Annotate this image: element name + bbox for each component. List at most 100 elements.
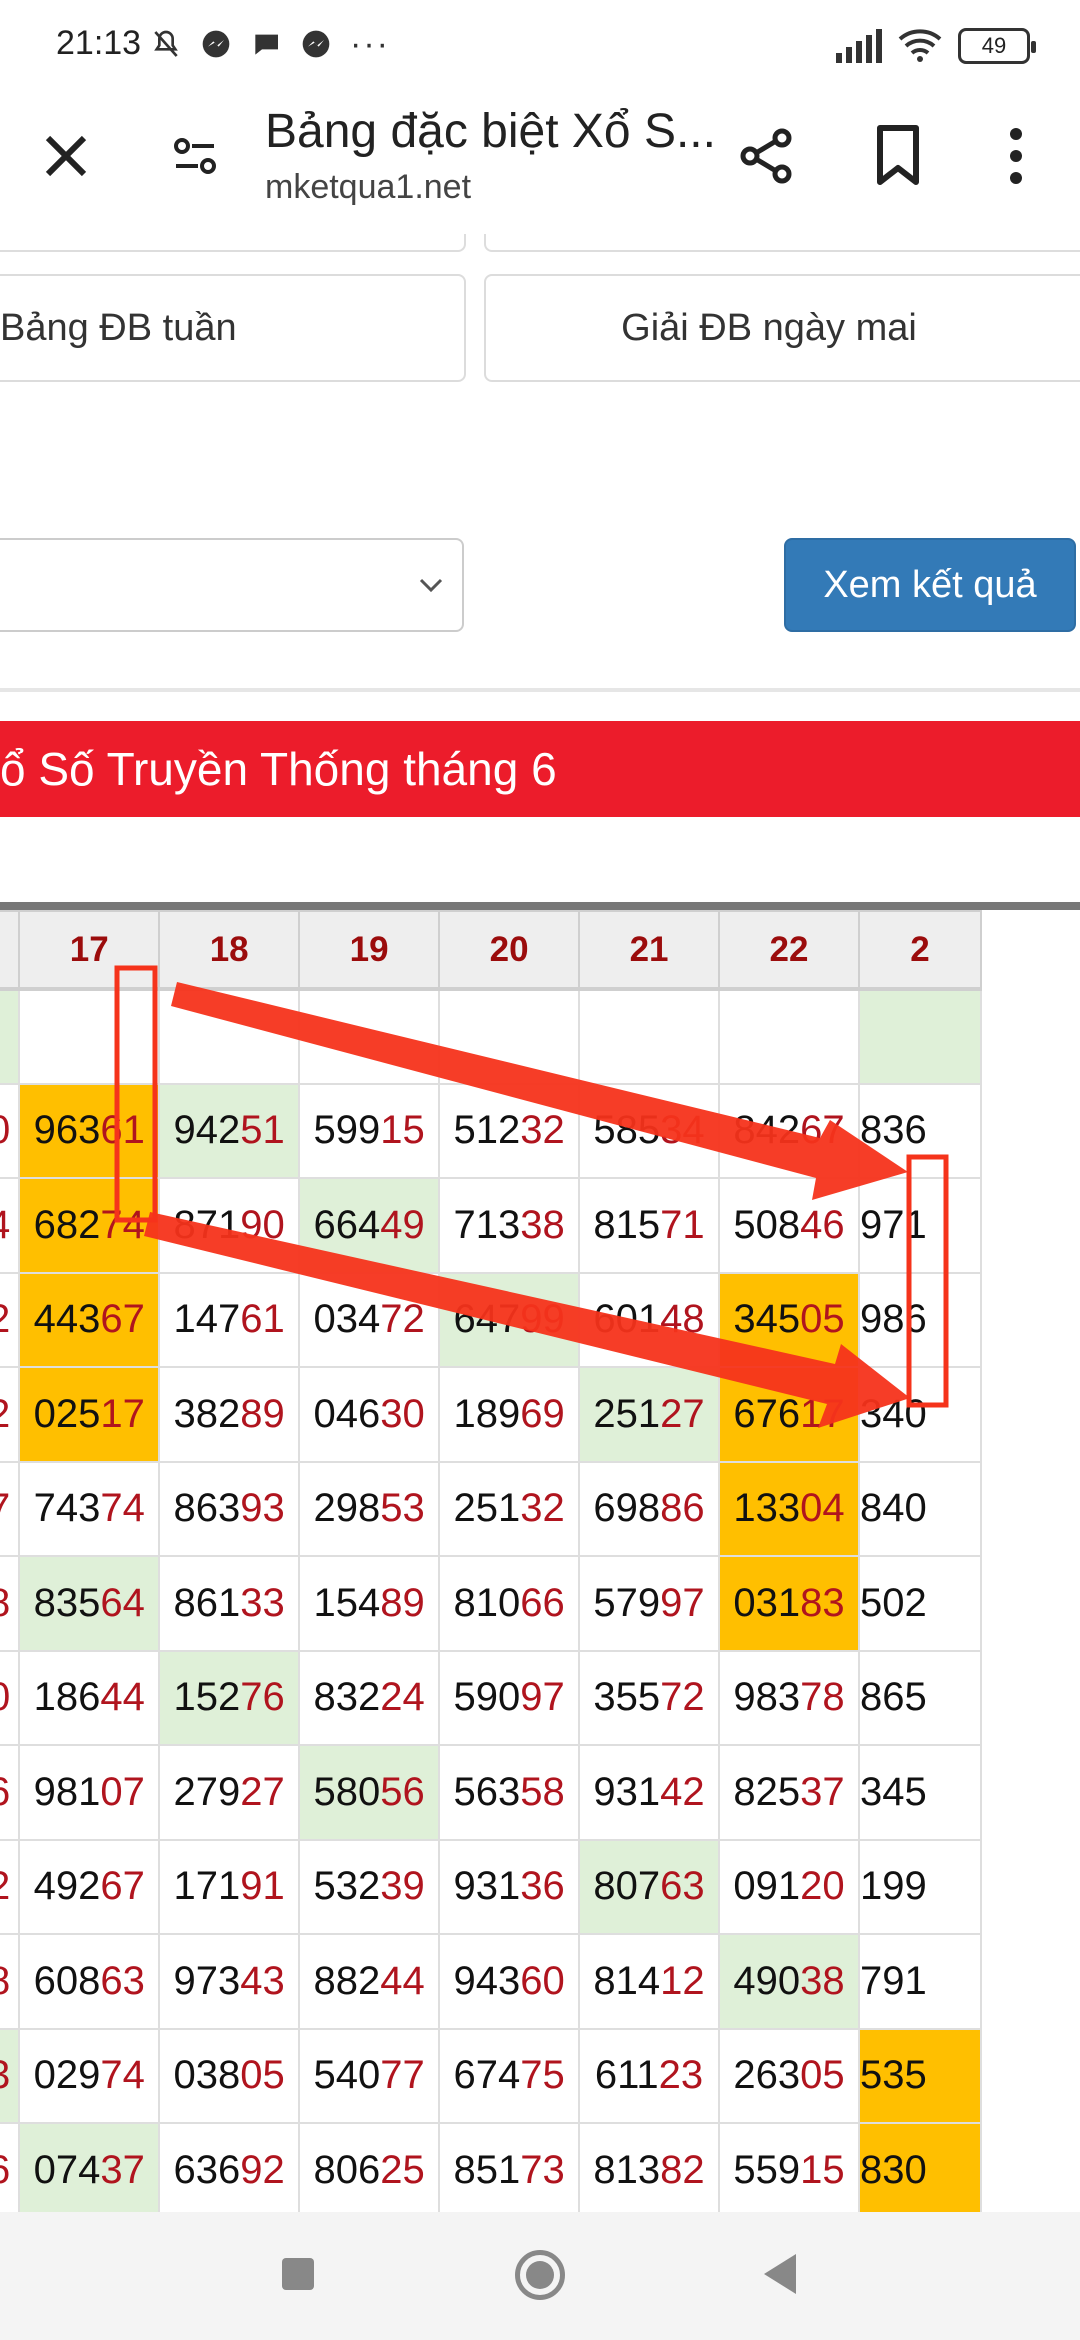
result-cell: 03805 bbox=[158, 2027, 301, 2124]
result-cell: 18644 bbox=[18, 1649, 161, 1746]
number-tail: 36 bbox=[520, 1864, 565, 1909]
result-cell bbox=[298, 988, 441, 1085]
number-head: 580 bbox=[313, 1769, 381, 1814]
weekly-special-table-button[interactable]: Bảng ĐB tuần bbox=[0, 274, 466, 382]
number-head: 263 bbox=[733, 2053, 801, 2098]
number-partial: 22 bbox=[0, 1864, 10, 1908]
number-partial: 791 bbox=[859, 1958, 927, 2003]
number-tail: 71 bbox=[660, 1202, 705, 1247]
result-cell: 94360 bbox=[438, 1933, 581, 2030]
number-tail: 53 bbox=[380, 1486, 425, 1531]
number-tail: 17 bbox=[800, 1391, 845, 1436]
number-head: 882 bbox=[313, 1958, 381, 2003]
number-head: 147 bbox=[173, 1297, 241, 1342]
result-cell: 09120 bbox=[718, 1838, 860, 1935]
messenger-icon bbox=[202, 30, 230, 58]
number-partial: 30 bbox=[0, 1108, 10, 1152]
status-time: 21:13 bbox=[56, 24, 142, 62]
result-cell: 64799 bbox=[438, 1271, 581, 1368]
number-partial: 62 bbox=[0, 1392, 10, 1436]
number-partial: 30 bbox=[0, 1675, 10, 1719]
number-head: 601 bbox=[593, 1297, 661, 1342]
number-tail: 44 bbox=[100, 1675, 145, 1720]
result-cell: 535 bbox=[857, 2027, 983, 2124]
column-header: 2 bbox=[857, 910, 983, 991]
number-partial: 77 bbox=[0, 1486, 10, 1530]
recents-button[interactable] bbox=[282, 2258, 314, 2290]
result-cell: 59915 bbox=[298, 1082, 441, 1179]
result-cell: 96 bbox=[0, 1744, 21, 1841]
number-tail: 63 bbox=[100, 1958, 145, 2003]
number-tail: 32 bbox=[520, 1108, 565, 1153]
table-row: 77743748639329853251326988613304840 bbox=[0, 1460, 983, 1557]
number-tail: 58 bbox=[520, 1769, 565, 1814]
number-tail: 74 bbox=[100, 1486, 145, 1531]
result-cell: 81571 bbox=[578, 1177, 721, 1274]
number-tail: 05 bbox=[240, 2053, 285, 2098]
number-tail: 93 bbox=[240, 1486, 285, 1531]
tomorrow-special-prize-button[interactable]: Giải ĐB ngày mai bbox=[484, 274, 1080, 382]
table-row: 73029740380554077674756112326305535 bbox=[0, 2027, 983, 2124]
number-head: 842 bbox=[733, 1108, 801, 1153]
number-head: 189 bbox=[453, 1391, 521, 1436]
month-select[interactable] bbox=[0, 538, 464, 632]
result-cell: 03183 bbox=[718, 1555, 860, 1652]
number-tail: 83 bbox=[800, 1580, 845, 1625]
result-cell: 87190 bbox=[158, 1177, 301, 1274]
number-partial: 502 bbox=[859, 1580, 927, 1625]
number-tail: 51 bbox=[240, 1108, 285, 1153]
number-tail: 43 bbox=[240, 1958, 285, 2003]
number-head: 025 bbox=[33, 1391, 101, 1436]
results-table-wrapper[interactable]: 1718192021222 30963619425159915512325853… bbox=[0, 902, 1080, 2212]
number-head: 251 bbox=[593, 1391, 661, 1436]
result-cell bbox=[718, 988, 860, 1085]
home-button[interactable] bbox=[515, 2250, 565, 2300]
result-cell: 83564 bbox=[18, 1555, 161, 1652]
result-cell: 14761 bbox=[158, 1271, 301, 1368]
bookmark-icon[interactable] bbox=[870, 124, 926, 188]
result-cell: 30 bbox=[0, 1649, 21, 1746]
site-settings-icon[interactable] bbox=[168, 128, 224, 184]
number-head: 443 bbox=[33, 1297, 101, 1342]
number-partial: 24 bbox=[0, 1203, 10, 1247]
number-head: 279 bbox=[173, 1769, 241, 1814]
number-head: 931 bbox=[453, 1864, 521, 1909]
number-tail: 97 bbox=[520, 1675, 565, 1720]
back-button[interactable] bbox=[764, 2254, 796, 2294]
number-head: 698 bbox=[593, 1486, 661, 1531]
number-head: 682 bbox=[33, 1202, 101, 1247]
view-results-button[interactable]: Xem kết quả bbox=[784, 538, 1076, 632]
result-cell: 25132 bbox=[438, 1460, 581, 1557]
number-tail: 32 bbox=[520, 1486, 565, 1531]
number-head: 806 bbox=[313, 2147, 381, 2192]
number-tail: 72 bbox=[660, 1675, 705, 1720]
number-head: 154 bbox=[313, 1580, 381, 1625]
number-head: 810 bbox=[453, 1580, 521, 1625]
number-partial: 971 bbox=[859, 1202, 927, 1247]
table-title-banner: ổ Số Truyền Thống tháng 6 bbox=[0, 721, 1080, 817]
more-options-icon[interactable] bbox=[996, 122, 1036, 190]
column-header bbox=[0, 910, 21, 991]
result-cell: 93142 bbox=[578, 1744, 721, 1841]
result-cell: 840 bbox=[857, 1460, 983, 1557]
number-partial: 73 bbox=[0, 2053, 10, 2097]
page-url: mketqua1.net bbox=[265, 168, 472, 206]
number-head: 186 bbox=[33, 1675, 101, 1720]
number-head: 608 bbox=[33, 1958, 101, 2003]
share-icon[interactable] bbox=[736, 126, 796, 186]
number-tail: 92 bbox=[240, 2147, 285, 2192]
result-cell: 25127 bbox=[578, 1366, 721, 1463]
number-tail: 44 bbox=[380, 1958, 425, 2003]
messenger-icon bbox=[302, 30, 330, 58]
number-head: 133 bbox=[733, 1486, 801, 1531]
number-head: 046 bbox=[313, 1391, 381, 1436]
result-cell: 986 bbox=[857, 1271, 983, 1368]
close-icon[interactable] bbox=[36, 126, 96, 186]
result-cell: 49038 bbox=[718, 1933, 860, 2030]
number-tail: 23 bbox=[658, 2053, 704, 2098]
result-cell: 199 bbox=[857, 1838, 983, 1935]
number-tail: 66 bbox=[520, 1580, 565, 1625]
number-head: 599 bbox=[313, 1108, 381, 1153]
result-cell: 34505 bbox=[718, 1271, 860, 1368]
column-header: 21 bbox=[578, 910, 721, 991]
